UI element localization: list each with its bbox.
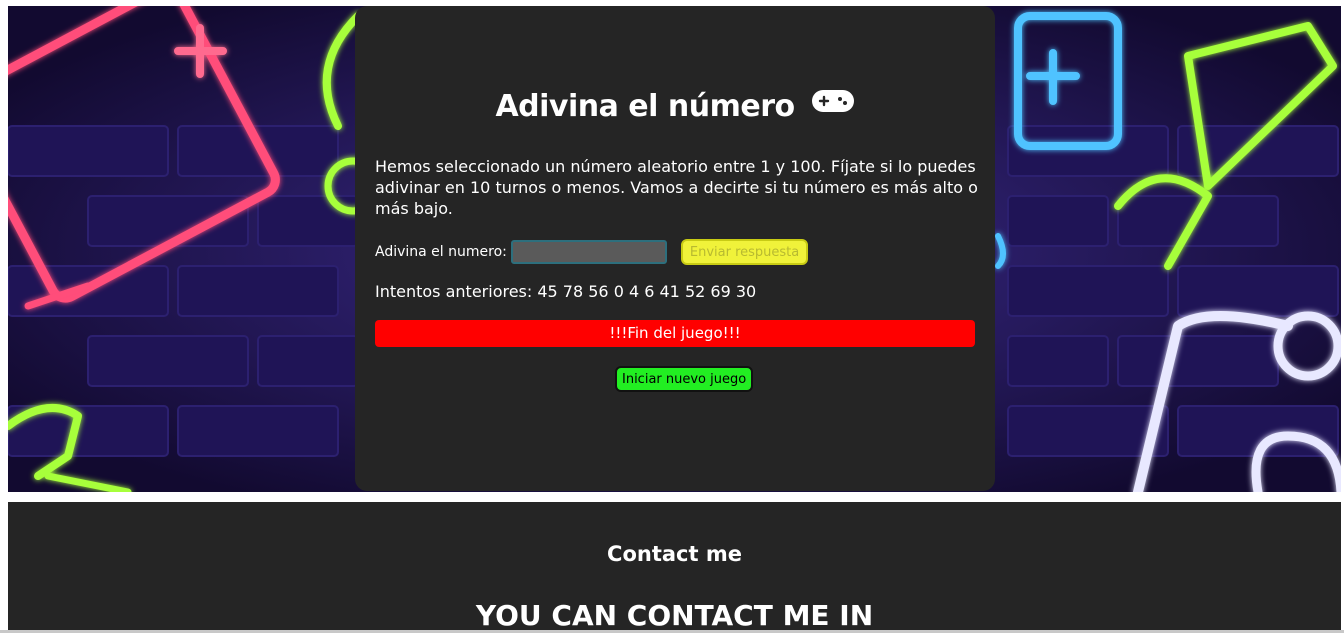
guess-form: Adivina el numero: Enviar respuesta (375, 238, 809, 266)
submit-guess-button[interactable]: Enviar respuesta (680, 239, 809, 265)
previous-guesses: Intentos anteriores: 45 78 56 0 4 6 41 5… (375, 282, 757, 301)
guess-label: Adivina el numero: (375, 244, 507, 260)
page-title: Adivina el número (355, 89, 995, 124)
footer: Contact me YOU CAN CONTACT ME IN (8, 502, 1341, 633)
new-game-button[interactable]: Iniciar nuevo juego (615, 366, 754, 392)
game-card: Adivina el número Hemos seleccionado un … (355, 6, 995, 491)
game-description: Hemos seleccionado un número aleatorio e… (375, 157, 978, 218)
result-message: !!!Fin del juego!!! (375, 320, 975, 347)
title-text: Adivina el número (495, 89, 795, 124)
guess-input[interactable] (510, 240, 667, 264)
contact-title: Contact me (607, 542, 742, 566)
contact-subtitle: YOU CAN CONTACT ME IN (475, 599, 874, 632)
gamepad-icon (811, 87, 855, 122)
